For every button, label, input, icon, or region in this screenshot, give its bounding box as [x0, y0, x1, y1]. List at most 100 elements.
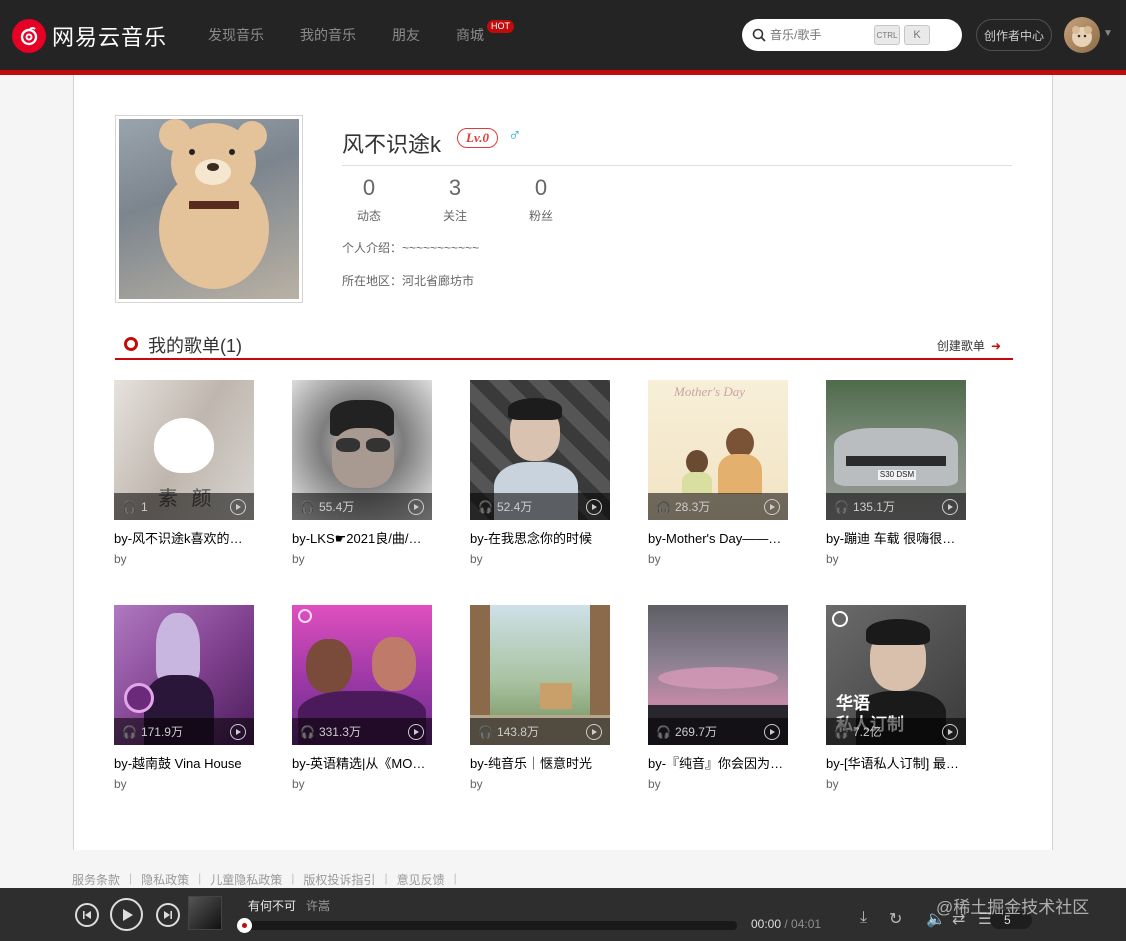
hot-badge: HOT — [487, 20, 514, 33]
playlist-cover[interactable]: 素 颜 🎧 1 — [114, 380, 254, 520]
now-playing-title[interactable]: 有何不可 — [248, 897, 296, 914]
k-key-hint: K — [904, 25, 930, 45]
playlist-title[interactable]: by-LKS☛2021良/曲/推荐 — [292, 528, 432, 547]
logo-text: 网易云音乐 — [52, 25, 168, 50]
nav-mall[interactable]: 商城 HOT — [438, 0, 514, 70]
top-nav-bar: 网易云音乐 发现音乐 我的音乐 朋友 商城 HOT CTRL K 创作者中心 ▼ — [0, 0, 1126, 70]
playlist-by: by — [114, 777, 127, 791]
playlist-title[interactable]: by-蹦迪 车载 很嗨很上头 — [826, 528, 966, 547]
playlist-by: by — [292, 552, 305, 566]
play-icon[interactable] — [408, 723, 424, 740]
play-icon[interactable] — [764, 723, 780, 740]
play-count: 1 — [140, 499, 148, 514]
playlists-section-header: 我的歌单(1) 创建歌单 ➜ — [115, 330, 1013, 360]
prev-track-button[interactable] — [75, 903, 99, 927]
playlist-title[interactable]: by-英语精选|从《MONTERO》开始 — [292, 753, 432, 772]
next-track-button[interactable] — [156, 903, 180, 927]
arrow-right-icon: ➜ — [990, 339, 1001, 353]
playlist-title[interactable]: by-在我思念你的时候 — [470, 528, 610, 547]
footer-link-privacy[interactable]: 隐私政策 — [141, 871, 189, 888]
user-avatar[interactable] — [1064, 17, 1100, 53]
playlist-title[interactable]: by-风不识途k喜欢的音乐 — [114, 528, 254, 547]
playlist-by: by — [470, 552, 483, 566]
stat-fans[interactable]: 0 粉丝 — [511, 175, 571, 224]
play-count: 7.2亿 — [852, 725, 882, 739]
headphones-icon: 🎧 — [122, 724, 137, 739]
play-icon[interactable] — [942, 498, 958, 515]
playlist-card[interactable]: 🎧 331.3万 by-英语精选|从《MONTERO》开始 by — [292, 605, 432, 791]
now-playing-artist[interactable]: 许嵩 — [306, 897, 330, 914]
playlist-cover[interactable]: S30 DSM 🎧 135.1万 — [826, 380, 966, 520]
playlist-card[interactable]: Mother's Day 🎧 28.3万 by-Mother's Day——致妈… — [648, 380, 788, 566]
playlist-title[interactable]: by-[华语私人订制] 最懂你的华语推荐 — [826, 753, 966, 772]
cover-info-bar: 🎧 269.7万 — [648, 718, 788, 745]
footer-link-child-privacy[interactable]: 儿童隐私政策 — [210, 871, 282, 888]
footer-link-feedback[interactable]: 意见反馈 — [397, 871, 445, 888]
playlist-cover[interactable]: Mother's Day 🎧 28.3万 — [648, 380, 788, 520]
play-count: 143.8万 — [496, 725, 539, 739]
playlist-by: by — [826, 552, 839, 566]
play-count: 269.7万 — [674, 725, 717, 739]
stat-follows-label: 关注 — [442, 209, 467, 223]
cover-info-bar: 🎧 7.2亿 — [826, 718, 966, 745]
footer-link-copyright[interactable]: 版权投诉指引 — [303, 871, 375, 888]
stat-events-label: 动态 — [356, 209, 381, 223]
play-icon[interactable] — [408, 498, 424, 515]
playlist-card[interactable]: 🎧 269.7万 by-『纯音』你会因为什么而感动 by — [648, 605, 788, 791]
play-icon[interactable] — [942, 723, 958, 740]
netease-mini-logo-icon — [298, 609, 312, 623]
chevron-down-icon[interactable]: ▼ — [1103, 28, 1113, 39]
now-playing-cover[interactable] — [188, 896, 222, 930]
headphones-icon: 🎧 — [656, 499, 671, 514]
play-pause-button[interactable] — [110, 898, 143, 931]
download-icon[interactable]: ⤓ — [860, 909, 867, 927]
progress-handle[interactable] — [237, 918, 252, 933]
stat-events[interactable]: 0 动态 — [339, 175, 399, 224]
search-input[interactable] — [770, 28, 870, 42]
play-icon[interactable] — [230, 498, 246, 515]
creator-center-button[interactable]: 创作者中心 — [976, 19, 1052, 51]
playlist-title[interactable]: by-纯音乐｜惬意时光 — [470, 753, 610, 772]
level-badge[interactable]: Lv.0 — [457, 128, 498, 148]
playlist-card[interactable]: 🎧 52.4万 by-在我思念你的时候 by — [470, 380, 610, 566]
play-icon[interactable] — [230, 723, 246, 740]
playlist-by: by — [648, 552, 661, 566]
search-box[interactable]: CTRL K — [742, 19, 962, 51]
playlist-card[interactable]: 🎧 171.9万 by-越南鼓 Vina House by — [114, 605, 254, 791]
playlist-cover[interactable]: 🎧 143.8万 — [470, 605, 610, 745]
stat-follows[interactable]: 3 关注 — [425, 175, 485, 224]
headphones-icon: 🎧 — [834, 499, 849, 514]
playlist-card[interactable]: 素 颜 🎧 1 by-风不识途k喜欢的音乐 by — [114, 380, 254, 566]
cover-info-bar: 🎧 52.4万 — [470, 493, 610, 520]
playlist-cover[interactable]: 🎧 55.4万 — [292, 380, 432, 520]
play-icon[interactable] — [586, 723, 602, 740]
headphones-icon: 🎧 — [122, 499, 137, 514]
nav-discover-music[interactable]: 发现音乐 — [190, 0, 282, 70]
footer-link-terms[interactable]: 服务条款 — [72, 871, 120, 888]
current-time: 00:00 — [751, 917, 782, 931]
heart-icon — [154, 418, 214, 473]
playlist-cover[interactable]: 🎧 269.7万 — [648, 605, 788, 745]
play-icon[interactable] — [586, 498, 602, 515]
logo[interactable]: 网易云音乐 — [12, 19, 167, 53]
playlist-cover[interactable]: 🎧 171.9万 — [114, 605, 254, 745]
playlist-title[interactable]: by-『纯音』你会因为什么而感动 — [648, 753, 788, 772]
playlist-card[interactable]: S30 DSM 🎧 135.1万 by-蹦迪 车载 很嗨很上头 by — [826, 380, 966, 566]
playlist-cover[interactable]: 华语 私人订制 🎧 7.2亿 — [826, 605, 966, 745]
create-playlist-link[interactable]: 创建歌单 ➜ — [937, 337, 1001, 354]
nav-my-music[interactable]: 我的音乐 — [282, 0, 374, 70]
progress-track[interactable] — [240, 921, 737, 930]
nav-friends[interactable]: 朋友 — [374, 0, 438, 70]
playlist-title[interactable]: by-越南鼓 Vina House — [114, 753, 254, 772]
playlist-card[interactable]: 🎧 143.8万 by-纯音乐｜惬意时光 by — [470, 605, 610, 791]
playlist-cover[interactable]: 🎧 52.4万 — [470, 380, 610, 520]
play-icon[interactable] — [764, 498, 780, 515]
profile-region: 所在地区：河北省廊坊市 — [342, 274, 475, 288]
playlist-card[interactable]: 华语 私人订制 🎧 7.2亿 by-[华语私人订制] 最懂你的华语推荐 by — [826, 605, 966, 791]
play-count: 135.1万 — [852, 500, 895, 514]
playlist-title[interactable]: by-Mother's Day——致妈妈 — [648, 528, 788, 547]
playlist-cover[interactable]: 🎧 331.3万 — [292, 605, 432, 745]
playlist-card[interactable]: 🎧 55.4万 by-LKS☛2021良/曲/推荐 by — [292, 380, 432, 566]
share-icon[interactable]: ↻ — [889, 909, 902, 929]
gender-male-icon: ♂ — [508, 125, 522, 145]
